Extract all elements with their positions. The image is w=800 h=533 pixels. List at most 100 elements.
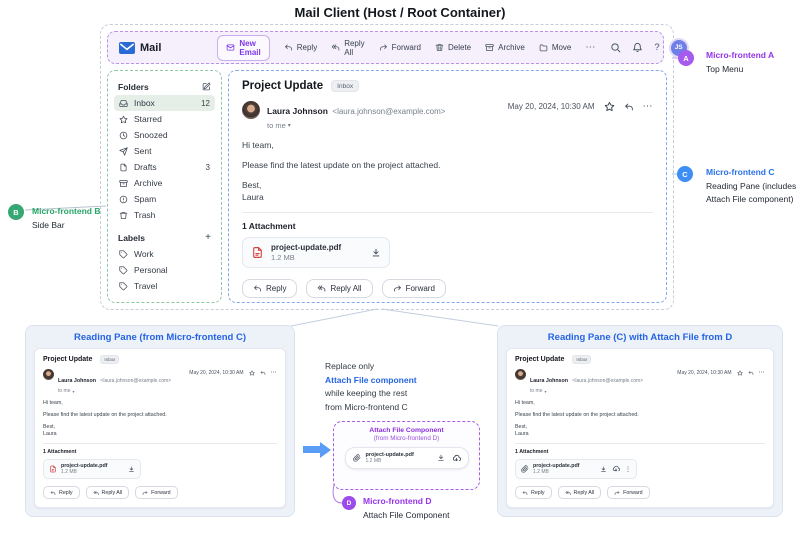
to-me-toggle[interactable]: to me ▾ <box>58 388 171 394</box>
forward-action-button[interactable]: Forward <box>381 279 446 298</box>
panel-left-header: Reading Pane (from Micro-frontend C) <box>73 332 247 343</box>
sidebar-item-sent[interactable]: Sent <box>114 143 215 159</box>
more-actions-button[interactable]: ⋯ <box>585 42 596 53</box>
forward-action-button[interactable]: Forward <box>607 486 650 499</box>
email-body-line: Best, <box>515 424 528 430</box>
sidebar-label-travel[interactable]: Travel <box>114 278 215 294</box>
attachment-size: 1.2 MB <box>61 469 77 475</box>
download-icon[interactable] <box>437 454 445 462</box>
to-me-toggle[interactable]: to me ▾ <box>267 121 445 130</box>
star-icon[interactable] <box>248 369 255 376</box>
annotation-badge-a: A <box>678 50 694 66</box>
attachment-card[interactable]: project-update.pdf 1.2 MB ⋮ <box>515 459 637 479</box>
download-icon[interactable] <box>600 466 607 473</box>
cloud-download-icon[interactable] <box>612 465 620 473</box>
add-label-button[interactable]: + <box>205 232 211 243</box>
labels-header-label: Labels <box>118 232 145 243</box>
more-options-button[interactable]: ⋯ <box>759 369 766 376</box>
top-menu-right: ? JS <box>610 39 687 56</box>
sidebar-item-archive[interactable]: Archive <box>114 175 215 191</box>
chevron-down-icon: ▾ <box>72 388 75 394</box>
more-options-button[interactable]: ⋮ <box>625 466 631 473</box>
help-button[interactable]: ? <box>654 42 659 53</box>
divider <box>43 443 277 444</box>
archive-icon <box>119 179 128 187</box>
star-icon[interactable] <box>736 369 743 376</box>
sidebar-label-work[interactable]: Work <box>114 246 215 262</box>
sidebar-label-personal[interactable]: Personal <box>114 262 215 278</box>
compose-icon[interactable] <box>202 82 211 91</box>
to-me-toggle[interactable]: to me ▾ <box>530 388 643 394</box>
email-body-line: Please find the latest update on the pro… <box>43 412 167 418</box>
pdf-file-icon <box>50 465 56 473</box>
sidebar-item-starred[interactable]: Starred <box>114 111 215 127</box>
reply-all-action-button[interactable]: Reply All <box>557 486 602 499</box>
more-options-button[interactable]: ⋯ <box>643 101 654 112</box>
delete-button[interactable]: Delete <box>435 43 471 52</box>
reply-icon[interactable] <box>260 370 266 376</box>
sender-name: Laura Johnson <box>267 106 328 116</box>
attachment-card[interactable]: project-update.pdf 1.2 MB <box>43 459 141 479</box>
callout-line-highlight: Attach File component <box>325 374 417 385</box>
reply-all-action-button[interactable]: Reply All <box>306 279 373 298</box>
more-options-button[interactable]: ⋯ <box>271 369 278 376</box>
sender-name: Laura Johnson <box>58 378 96 384</box>
forward-icon <box>142 490 148 495</box>
new-email-button[interactable]: New Email <box>217 34 270 61</box>
reply-all-icon <box>331 44 340 51</box>
download-icon[interactable] <box>371 248 381 258</box>
reply-action-button[interactable]: Reply <box>43 486 80 499</box>
attachment-size: 1.2 MB <box>533 469 549 475</box>
reply-all-icon <box>318 285 326 292</box>
forward-button[interactable]: Forward <box>379 43 421 52</box>
sidebar-label-text: Travel <box>134 281 158 291</box>
download-icon[interactable] <box>128 466 135 473</box>
reply-icon[interactable] <box>624 102 634 112</box>
callout-line: from Micro-frontend C <box>325 401 408 412</box>
reply-action-button[interactable]: Reply <box>242 279 298 298</box>
to-line-label: to me <box>530 388 543 394</box>
cloud-download-icon[interactable] <box>452 454 461 463</box>
sidebar-item-spam[interactable]: Spam <box>114 191 215 207</box>
reply-all-action-button[interactable]: Reply All <box>85 486 130 499</box>
paperclip-icon <box>521 465 529 473</box>
sidebar-item-label: Drafts <box>134 162 157 172</box>
labels-header: Labels + <box>114 229 215 246</box>
sender-avatar <box>515 369 526 380</box>
sender-avatar <box>43 369 54 380</box>
archive-button[interactable]: Archive <box>485 43 525 52</box>
forward-action-button[interactable]: Forward <box>135 486 178 499</box>
reply-icon[interactable] <box>748 370 754 376</box>
sidebar-item-drafts[interactable]: Drafts 3 <box>114 159 215 175</box>
panel-reading-pane-c: Reading Pane (from Micro-frontend C) Pro… <box>25 325 295 517</box>
forward-label: Forward <box>391 43 421 52</box>
sidebar-item-inbox[interactable]: Inbox 12 <box>114 95 215 111</box>
annotation-c-subtitle: Reading Pane (includes Attach File compo… <box>706 181 797 204</box>
top-menu: Mail New Email Reply Reply All Forward D… <box>107 31 687 64</box>
page-title: Mail Client (Host / Root Container) <box>294 5 506 20</box>
sidebar-item-snoozed[interactable]: Snoozed <box>114 127 215 143</box>
search-icon[interactable] <box>610 42 621 53</box>
forward-icon <box>614 490 620 495</box>
inbox-count: 12 <box>201 98 210 108</box>
attachment-card[interactable]: project-update.pdf 1.2 MB <box>344 447 469 469</box>
callout-text: Replace only Attach File component while… <box>325 360 417 414</box>
attachment-card[interactable]: project-update.pdf 1.2 MB <box>242 237 390 268</box>
reading-pane: Project Update Inbox Laura Johnson <laur… <box>228 70 667 303</box>
move-button[interactable]: Move <box>539 43 571 52</box>
trash-icon <box>119 211 128 219</box>
sender-email: <laura.johnson@example.com> <box>332 107 446 116</box>
email-body-line: Best, <box>242 180 262 190</box>
email-date: May 20, 2024, 10:30 AM <box>189 369 244 376</box>
pdf-file-icon <box>253 247 262 258</box>
bell-icon[interactable] <box>632 42 643 53</box>
reply-label: Reply <box>296 43 318 52</box>
reply-action-button[interactable]: Reply <box>515 486 552 499</box>
sidebar-item-trash[interactable]: Trash <box>114 207 215 223</box>
reply-icon <box>284 44 292 51</box>
annotation-b-title: Micro-frontend B <box>32 206 101 216</box>
annotation-badge-b: B <box>8 204 24 220</box>
star-icon[interactable] <box>604 101 615 112</box>
reply-button[interactable]: Reply <box>284 43 317 52</box>
reply-all-button[interactable]: Reply All <box>331 39 365 57</box>
